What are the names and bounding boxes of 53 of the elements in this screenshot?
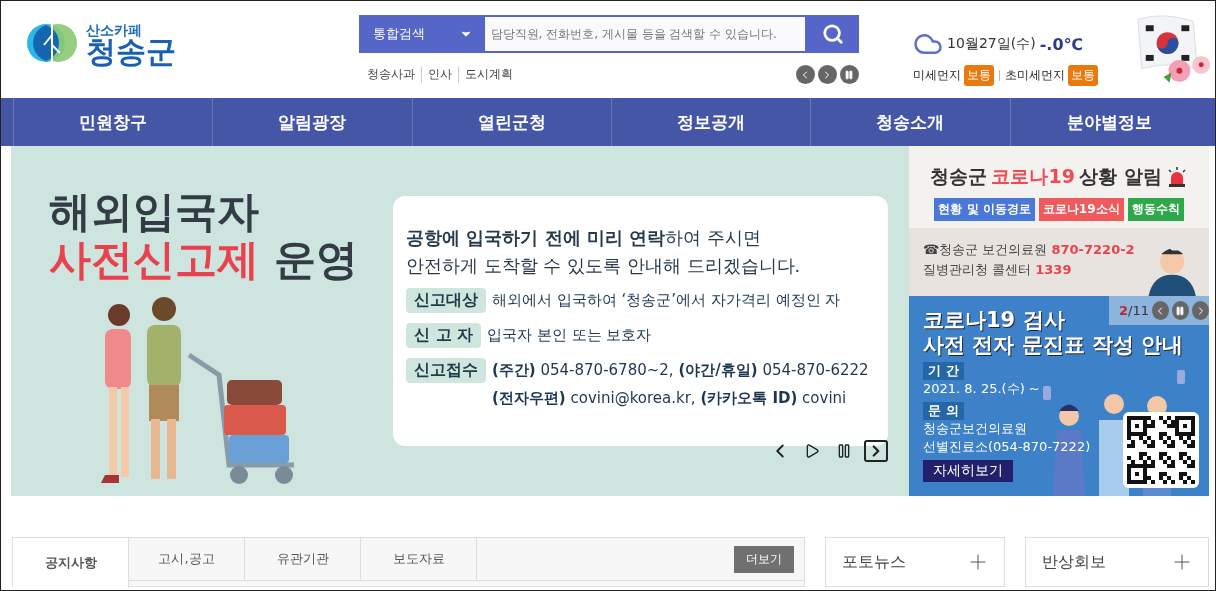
air-quality-grade: 보통 [964,65,995,86]
hotline-text: 질병관리청 콜센터 1339 [923,261,1073,279]
temperature: -.0℃ [1039,34,1083,54]
info-label: 신고접수 [406,358,486,383]
covid-alert-title: 청송군 코로나19 상황 알림 [930,164,1188,190]
pause-icon [836,443,852,459]
board-tab[interactable]: 보도자료 [361,538,477,581]
more-button[interactable]: 더보기 [734,545,794,573]
air-quality-grade: 보통 [1068,65,1099,86]
banner-intro-text: 공항에 입국하기 전에 미리 연락하여 주시면 [406,226,762,250]
board-tab[interactable]: 고시,공고 [129,538,245,581]
search-button[interactable] [806,15,859,53]
contact-text: 청송군보건의료원 [923,420,1028,439]
info-text: 입국자 본인 또는 보호자 [487,325,652,345]
pause-icon [1175,305,1186,316]
air-quality-label: 미세먼지 [913,67,962,84]
logo-name[interactable]: 청송군 [86,37,176,67]
info-label: 신 고 자 [406,323,482,348]
pause-icon [844,69,854,80]
search-scope-dropdown[interactable]: 통합검색 [358,15,483,53]
contact-text: 선별진료소(054-870-7222) [923,438,1092,457]
info-label: 신고대상 [406,288,486,313]
search-icon [821,23,844,45]
box-title[interactable]: 포토뉴스 [842,551,906,573]
air-quality-label: 초미세먼지 [1005,67,1066,84]
period-label: 기 간 [923,362,964,381]
hotline-text: ☎청송군 보건의료원 870-7220-2 [923,241,1135,259]
play-icon [804,443,820,459]
details-button[interactable]: 자세히보기 [923,460,1013,483]
quick-link[interactable]: 인사 [420,66,458,83]
slide-title: 코로나19 검사 [923,308,1065,334]
info-text: 해외에서 입국하여 ‘청송군’에서 자가격리 예정인 자 [492,290,841,310]
search-field[interactable]: 담당직원, 전화번호, 게시물 등을 검색할 수 있습니다. [482,15,807,53]
slide-counter: 2/11 [1119,303,1149,318]
next-button[interactable] [864,440,888,462]
weather-date: 10월27일(수) [947,35,1036,53]
info-text: (전자우편) covini@korea.kr, (카카오톡 ID) covini [492,388,848,408]
period-text: 2021. 8. 25.(수) ~ [923,380,1041,399]
box-title[interactable]: 반상회보 [1042,551,1106,573]
board-tab[interactable]: 유관기관 [245,538,361,581]
qr-code-icon [1123,412,1199,488]
banner-title: 해외입국자 [49,188,260,237]
logo-tagline: 산소카페 [86,23,142,37]
contact-label: 문 의 [923,402,964,421]
covid-link[interactable]: 현황 및 이동경로 [934,198,1035,221]
banner-subtitle: 사전신고제 운영 [49,236,359,285]
slide-title: 사전 전자 문진표 작성 안내 [923,333,1184,359]
info-text: (주간) 054-870-6780~2, (야간/휴일) 054-870-6222 [492,360,869,380]
quick-link[interactable]: 도시계획 [457,66,519,83]
board-tab[interactable]: 공지사항 [13,538,129,588]
banner-intro-text: 안전하게 도착할 수 있도록 안내해 드리겠습니다. [406,254,802,278]
quick-link[interactable]: 청송사과 [366,66,421,83]
siren-icon [1165,167,1188,187]
